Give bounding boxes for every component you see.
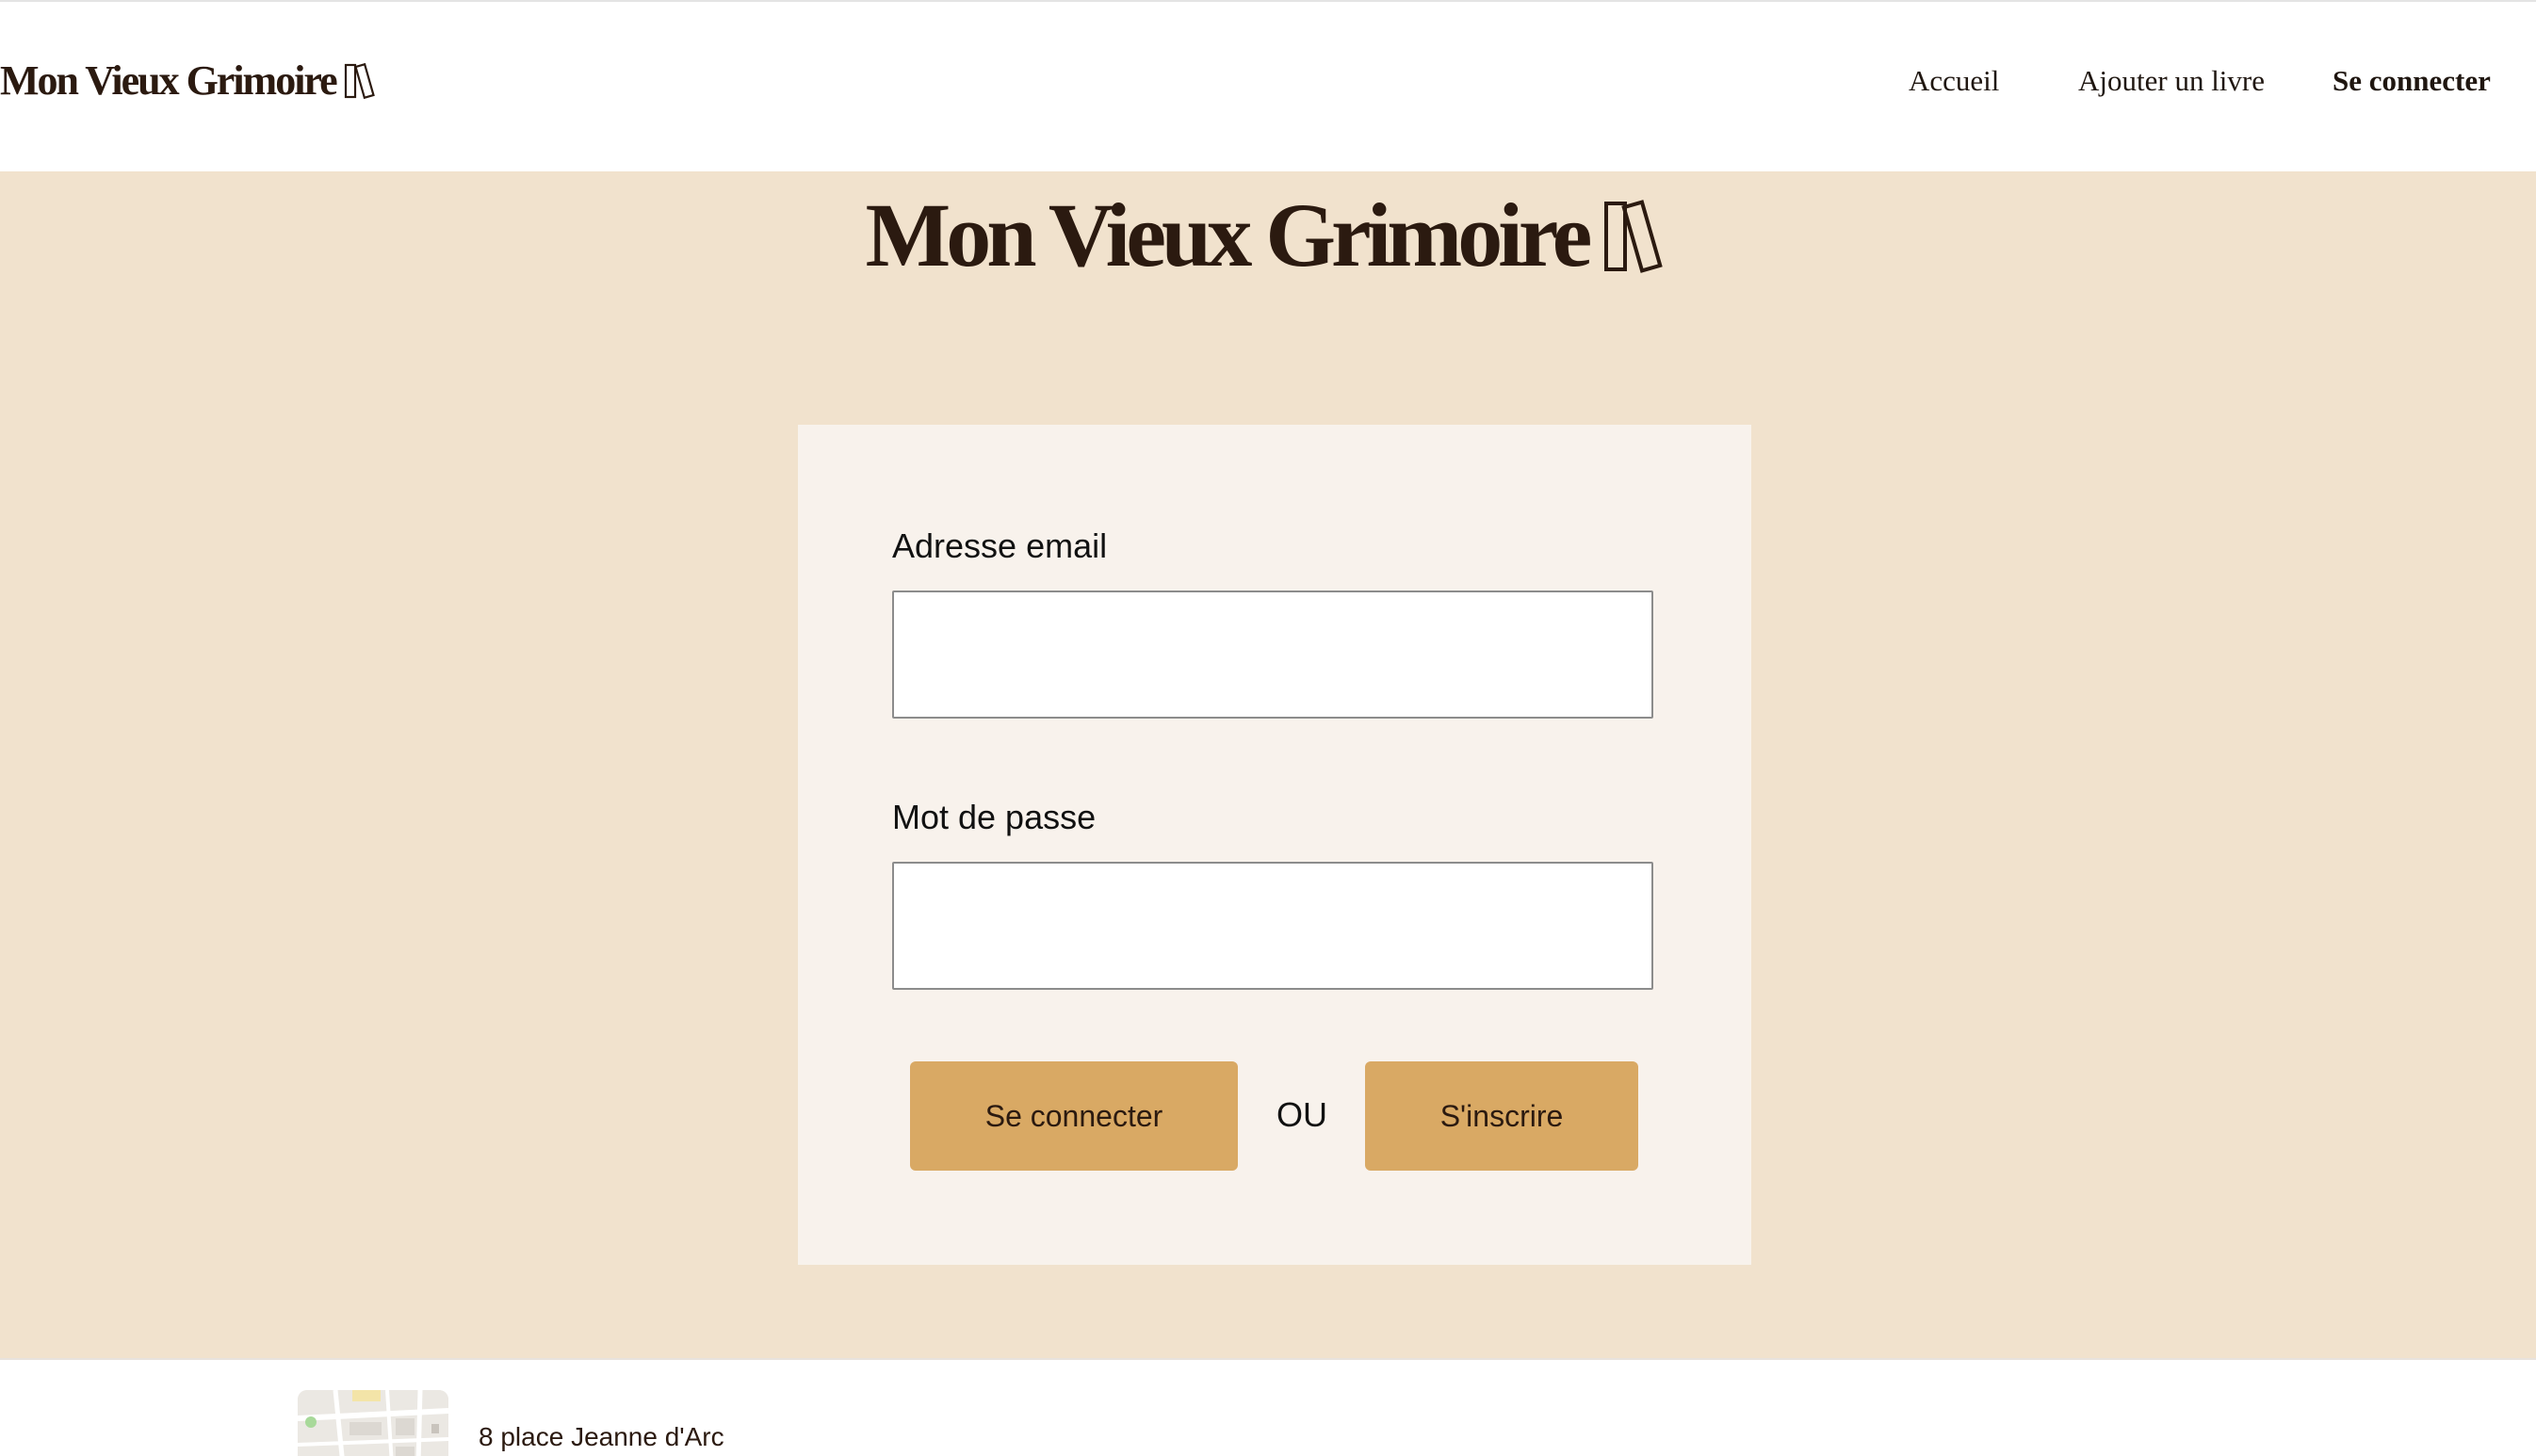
nav-home[interactable]: Accueil [1909, 60, 1999, 102]
or-separator: OU [1276, 1095, 1327, 1134]
header-logo-text: Mon Vieux Grimoire [0, 57, 338, 104]
footer-address: 8 place Jeanne d'Arc [479, 1422, 724, 1451]
site-footer: 8 place Jeanne d'Arc [0, 1358, 2536, 1456]
password-field[interactable] [892, 862, 1653, 990]
main-content: Mon Vieux Grimoire Adresse email Mot de … [0, 171, 2536, 1358]
header-logo[interactable]: Mon Vieux Grimoire [0, 60, 380, 102]
nav-add-book[interactable]: Ajouter un livre [2078, 60, 2265, 102]
hero-title-text: Mon Vieux Grimoire [865, 185, 1593, 285]
login-card: Adresse email Mot de passe Se connecter … [798, 425, 1751, 1265]
map-icon [298, 1390, 448, 1456]
nav-login[interactable]: Se connecter [2333, 60, 2491, 102]
signup-button[interactable]: S'inscrire [1365, 1061, 1638, 1171]
password-label: Mot de passe [892, 798, 1097, 836]
login-button[interactable]: Se connecter [910, 1061, 1238, 1171]
books-icon [1604, 199, 1664, 273]
books-icon [344, 62, 375, 100]
site-header: Mon Vieux Grimoire Accueil Ajouter un li… [0, 2, 2536, 171]
email-label: Adresse email [892, 526, 1108, 565]
hero-title: Mon Vieux Grimoire [0, 181, 2536, 289]
email-field[interactable] [892, 590, 1653, 719]
map-thumbnail[interactable] [298, 1390, 448, 1456]
